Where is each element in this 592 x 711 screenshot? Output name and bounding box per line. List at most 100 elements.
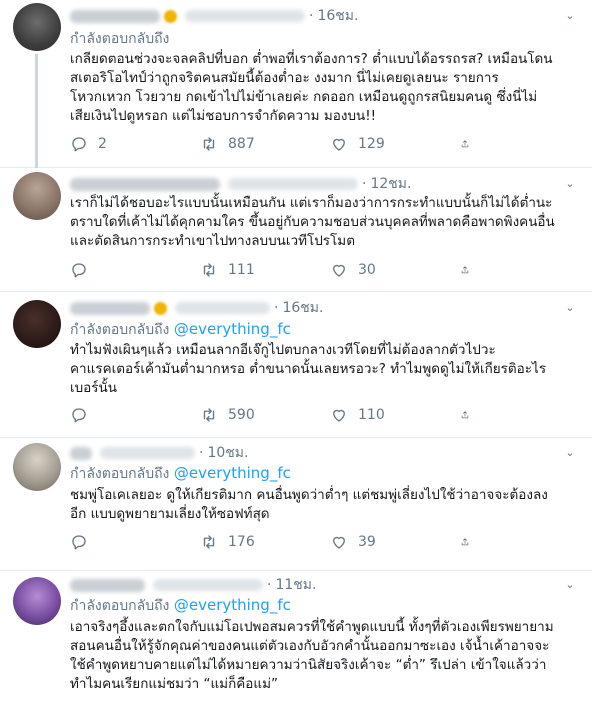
reply-icon bbox=[72, 263, 86, 278]
share-icon bbox=[461, 411, 469, 419]
tweet-text-line: คาแรคเตอร์เค้ามันต่ำมากหรอ ต่ำขนาดนั้นเล… bbox=[70, 361, 547, 377]
retweet-count: 887 bbox=[228, 136, 255, 152]
thread-line bbox=[35, 54, 38, 168]
reply-button[interactable] bbox=[70, 406, 170, 424]
share-icon bbox=[461, 140, 469, 148]
reply-label: กำลังตอบกลับถึง bbox=[70, 322, 170, 338]
tweet[interactable]: · 16ชม. ⌄ กำลังตอบกลับถึง @everything_fc… bbox=[0, 292, 592, 438]
reply-icon bbox=[72, 535, 86, 550]
share-button[interactable] bbox=[460, 135, 480, 153]
tweet-text-line: และตัดสินการกระทำเขาไปทางลบบนเวทีโปรโมต bbox=[70, 233, 355, 249]
separator-dot: · bbox=[362, 176, 367, 192]
retweet-icon bbox=[203, 535, 215, 549]
tweet[interactable]: · 16ชม. ⌄ กำลังตอบกลับถึง เกลียดตอนช่วงจ… bbox=[0, 0, 592, 168]
timestamp[interactable]: 16ชม. bbox=[282, 297, 323, 319]
retweet-count: 590 bbox=[228, 407, 255, 423]
tweet-text: เราก็ไม่ได้ชอบอะไรแบบนั้นเหมือนกัน แต่เร… bbox=[70, 194, 578, 251]
like-icon bbox=[333, 536, 345, 549]
timestamp[interactable]: 10ชม. bbox=[207, 442, 248, 464]
separator-dot: · bbox=[274, 300, 279, 316]
like-button[interactable]: 39 bbox=[330, 533, 430, 551]
tweet-text-line: เราก็ไม่ได้ชอบอะไรแบบนั้นเหมือนกัน แต่เร… bbox=[70, 195, 553, 211]
timestamp[interactable]: 12ชม. bbox=[370, 173, 411, 195]
author-name[interactable] bbox=[70, 578, 145, 592]
tweet-text-line: ใช้คำพูดหยาบคายแต่ไม่ได้หมายความว่านิสัย… bbox=[70, 657, 547, 673]
chevron-down-icon[interactable]: ⌄ bbox=[562, 445, 578, 461]
tweet-header: · 10ชม. bbox=[70, 443, 552, 463]
tweet-text-line: เกลียดตอนช่วงจะจลคลิปที่บอก ต่ำพอที่เราต… bbox=[70, 51, 553, 67]
tweet-feed: · 16ชม. ⌄ กำลังตอบกลับถึง เกลียดตอนช่วงจ… bbox=[0, 0, 592, 711]
author-name[interactable] bbox=[70, 446, 92, 460]
tweet-text-line: ทำไมคนเรียกแม่ชมว่า “แม่ก็คือแม่” bbox=[70, 676, 278, 692]
avatar[interactable] bbox=[13, 577, 61, 625]
chevron-down-icon[interactable]: ⌄ bbox=[562, 176, 578, 192]
tweet-text: เกลียดตอนช่วงจะจลคลิปที่บอก ต่ำพอที่เราต… bbox=[70, 50, 578, 126]
like-button[interactable]: 110 bbox=[330, 406, 430, 424]
tweet-text: เอาจริงๆอึ้งและตกใจกับแม่โอเปพอสมควรที่ใ… bbox=[70, 618, 578, 694]
tweet-text-line: เบอร์นั้น bbox=[70, 380, 117, 396]
tweet-actions: 590 110 bbox=[70, 405, 490, 425]
author-name[interactable] bbox=[70, 301, 150, 315]
separator-dot: · bbox=[309, 8, 314, 24]
retweet-button[interactable]: 887 bbox=[200, 135, 300, 153]
author-handle bbox=[228, 178, 358, 190]
mention-link[interactable]: @everything_fc bbox=[174, 464, 291, 482]
tweet-actions: 2 887 129 bbox=[70, 134, 490, 154]
reply-button[interactable] bbox=[70, 261, 170, 279]
chevron-down-icon[interactable]: ⌄ bbox=[562, 577, 578, 593]
author-name[interactable] bbox=[70, 9, 160, 23]
timestamp[interactable]: 16ชม. bbox=[317, 5, 358, 27]
avatar[interactable] bbox=[13, 300, 61, 348]
tweet-header: · 11ชม. bbox=[70, 575, 552, 595]
tweet[interactable]: · 10ชม. ⌄ กำลังตอบกลับถึง @everything_fc… bbox=[0, 438, 592, 571]
tweet[interactable]: · 11ชม. ⌄ กำลังตอบกลับถึง @everything_fc… bbox=[0, 571, 592, 711]
retweet-count: 176 bbox=[228, 534, 255, 550]
author-name[interactable] bbox=[70, 177, 220, 191]
avatar[interactable] bbox=[13, 3, 61, 51]
retweet-count: 111 bbox=[228, 262, 255, 278]
mention-link[interactable]: @everything_fc bbox=[174, 320, 291, 338]
retweet-icon bbox=[203, 263, 215, 277]
retweet-button[interactable]: 590 bbox=[200, 406, 300, 424]
reply-label: กำลังตอบกลับถึง bbox=[70, 31, 170, 47]
reply-context: กำลังตอบกลับถึง @everything_fc bbox=[70, 319, 572, 341]
share-icon bbox=[461, 538, 469, 546]
retweet-button[interactable]: 111 bbox=[200, 261, 300, 279]
tweet-header: · 16ชม. bbox=[70, 298, 552, 318]
tweet-text-line: ชมพู่โอเคเลยอะ ดูให้เกียรติมาก คนอื่นพูด… bbox=[70, 487, 548, 503]
verified-badge bbox=[164, 9, 177, 23]
tweet-text-line: โหวกเหวก โวยวาย กดเข้าไปไม่ข้าเลยค่ะ กดอ… bbox=[70, 89, 538, 105]
chevron-down-icon[interactable]: ⌄ bbox=[562, 300, 578, 316]
timestamp[interactable]: 11ชม. bbox=[275, 574, 316, 596]
share-button[interactable] bbox=[460, 261, 480, 279]
share-icon bbox=[461, 266, 469, 274]
share-button[interactable] bbox=[460, 533, 480, 551]
avatar[interactable] bbox=[13, 172, 61, 220]
tweet-text-line: สอนคนอื่นให้รู้จักคุณค่าของคนแต่ตัวเองกั… bbox=[70, 638, 550, 654]
author-handle bbox=[185, 10, 305, 22]
reply-icon bbox=[72, 137, 86, 152]
mention-link[interactable]: @everything_fc bbox=[174, 596, 291, 614]
separator-dot: · bbox=[267, 577, 272, 593]
author-handle bbox=[153, 579, 263, 591]
reply-label: กำลังตอบกลับถึง bbox=[70, 466, 170, 482]
reply-button[interactable] bbox=[70, 533, 170, 551]
like-button[interactable]: 30 bbox=[330, 261, 430, 279]
verified-badge bbox=[154, 301, 167, 315]
tweet[interactable]: · 12ชม. ⌄ เราก็ไม่ได้ชอบอะไรแบบนั้นเหมือ… bbox=[0, 168, 592, 292]
avatar[interactable] bbox=[13, 443, 61, 491]
reply-button[interactable]: 2 bbox=[70, 135, 170, 153]
like-icon bbox=[333, 138, 345, 151]
reply-label: กำลังตอบกลับถึง bbox=[70, 598, 170, 614]
tweet-text-line: เอาจริงๆอึ้งและตกใจกับแม่โอเปพอสมควรที่ใ… bbox=[70, 619, 554, 635]
author-handle bbox=[100, 447, 195, 459]
reply-icon bbox=[72, 408, 86, 423]
tweet-actions: 176 39 bbox=[70, 532, 490, 552]
share-button[interactable] bbox=[460, 406, 480, 424]
tweet-text-line: ทำไมฟังเผินๆแล้ว เหมือนลากอีเจ๊กูไปตบกลา… bbox=[70, 342, 496, 358]
like-icon bbox=[333, 264, 345, 277]
retweet-button[interactable]: 176 bbox=[200, 533, 300, 551]
reply-context: กำลังตอบกลับถึง @everything_fc bbox=[70, 595, 572, 617]
like-button[interactable]: 129 bbox=[330, 135, 430, 153]
chevron-down-icon[interactable]: ⌄ bbox=[562, 8, 578, 24]
